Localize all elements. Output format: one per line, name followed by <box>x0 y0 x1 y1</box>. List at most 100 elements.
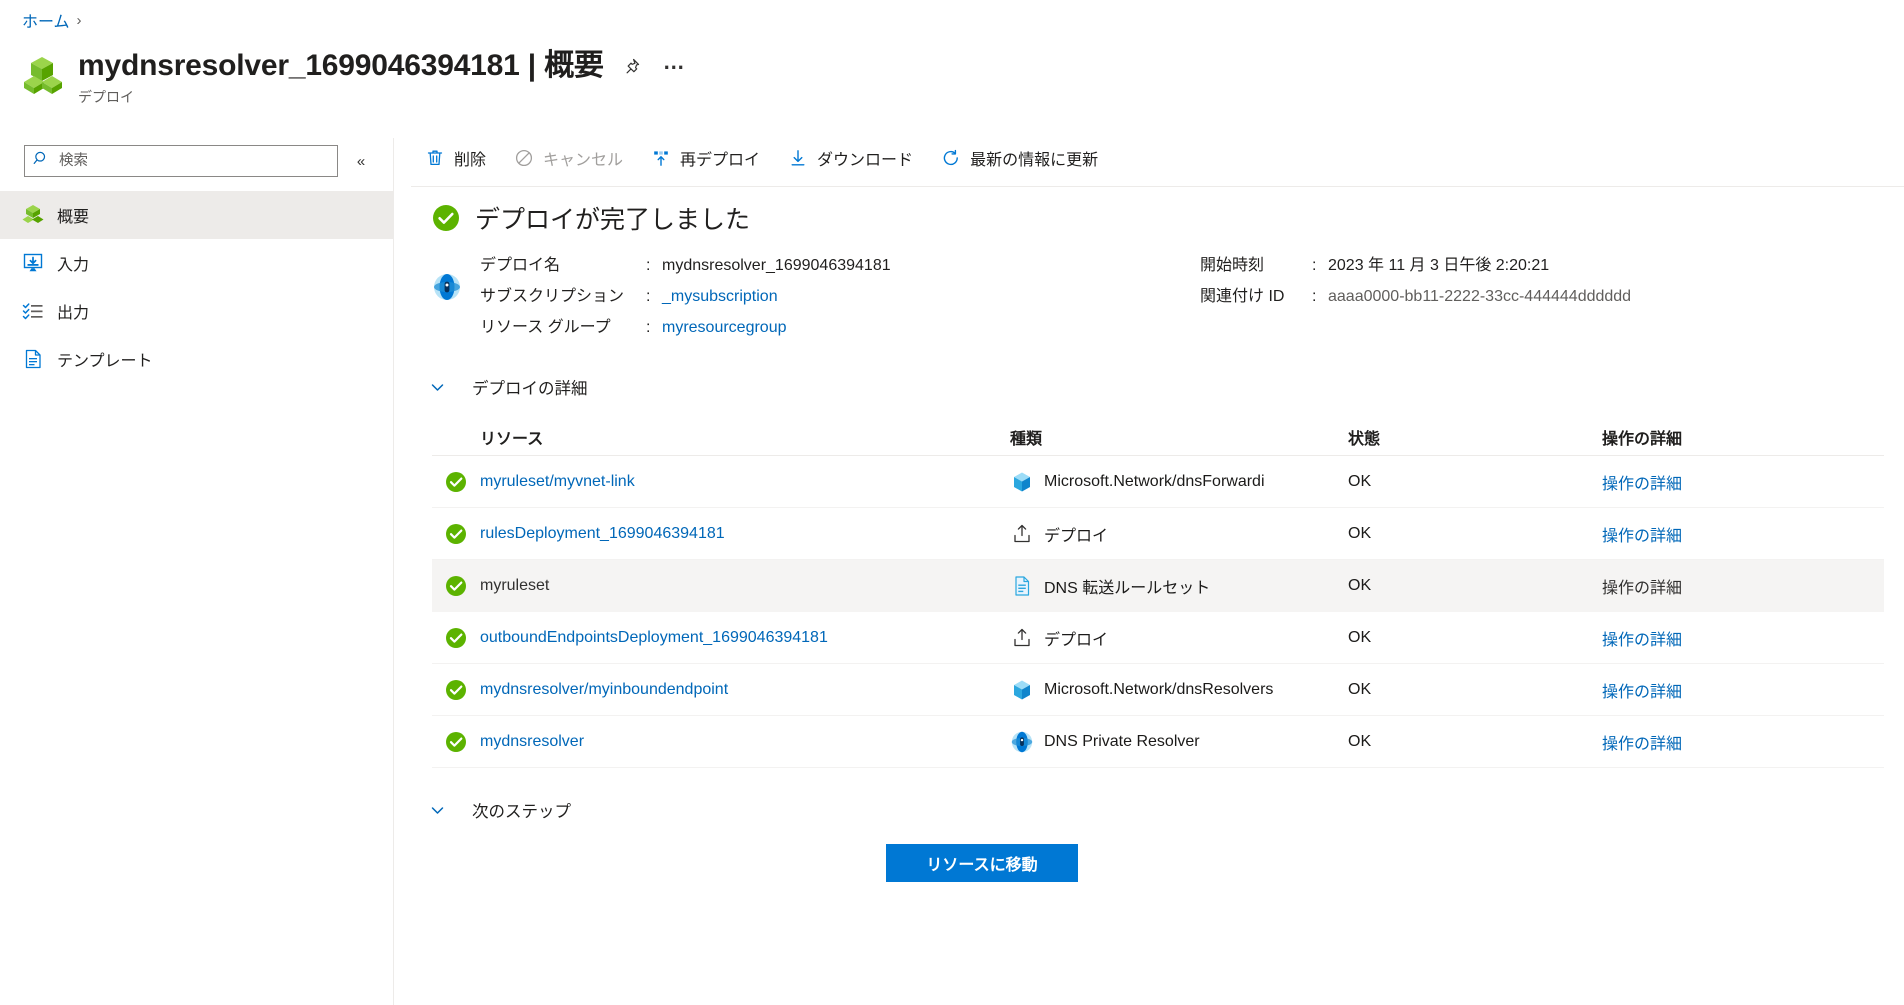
row-resource: mydnsresolver <box>480 733 1010 751</box>
info-key: 開始時刻 <box>1200 257 1265 274</box>
table-row[interactable]: mydnsresolver/myinboundendpoint Microsof… <box>432 664 1884 716</box>
next-steps-section-header[interactable]: 次のステップ <box>429 790 789 830</box>
row-state <box>432 523 480 545</box>
row-status: OK <box>1348 680 1372 698</box>
column-header-resource: リソース <box>480 431 544 448</box>
row-type-label: デプロイ <box>1044 527 1109 545</box>
resource-link[interactable]: mydnsresolver/myinboundendpoint <box>480 681 728 698</box>
column-header-operation: 操作の詳細 <box>1602 431 1683 448</box>
info-colon: : <box>1312 257 1317 274</box>
sidebar-item-overview[interactable]: 概要 <box>0 191 393 239</box>
row-type: DNS 転送ルールセット <box>1010 574 1348 598</box>
row-status: OK <box>1348 524 1372 542</box>
resource-link[interactable]: myruleset <box>480 577 549 594</box>
resource-link[interactable]: myruleset/myvnet-link <box>480 473 635 490</box>
pin-icon[interactable] <box>617 51 647 81</box>
success-check-icon <box>445 679 467 701</box>
row-type: デプロイ <box>1010 522 1348 546</box>
operation-details-link[interactable]: 操作の詳細 <box>1602 632 1682 649</box>
more-options-icon[interactable]: … <box>660 50 690 81</box>
row-type: DNS Private Resolver <box>1010 730 1348 754</box>
go-to-resource-button[interactable]: リソースに移動 <box>886 844 1078 882</box>
sidebar-search-row: « <box>0 138 393 184</box>
sidebar-item-outputs[interactable]: 出力 <box>0 287 393 335</box>
sidebar-item-label: 概要 <box>57 209 90 226</box>
info-value-subscription-link[interactable]: _mysubscription <box>662 281 778 312</box>
deployment-details-section-header[interactable]: デプロイの詳細 <box>429 367 789 407</box>
deployment-info-left: デプロイ名 : mydnsresolver_1699046394181 サブスク… <box>480 250 1200 343</box>
success-check-icon <box>445 471 467 493</box>
column-header-type: 種類 <box>1010 431 1043 448</box>
main-content: デプロイが完了しました デプロイ名 : mydnsresolver_169904… <box>411 196 1904 882</box>
sidebar-item-label: 入力 <box>57 257 90 274</box>
outputs-icon <box>22 300 44 322</box>
row-type-label: DNS 転送ルールセット <box>1044 579 1211 597</box>
row-operation: 操作の詳細 <box>1602 522 1884 546</box>
info-key: デプロイ名 <box>480 257 561 274</box>
info-value-resource-group-link[interactable]: myresourcegroup <box>662 312 787 343</box>
resource-link[interactable]: mydnsresolver <box>480 733 584 750</box>
operation-details-link[interactable]: 操作の詳細 <box>1602 684 1682 701</box>
redeploy-button[interactable]: 再デプロイ <box>637 141 774 175</box>
deployment-details-section-title: デプロイの詳細 <box>472 380 588 398</box>
info-key: リソース グループ <box>480 319 611 336</box>
sidebar-item-label: テンプレート <box>57 353 153 370</box>
operation-details-link[interactable]: 操作の詳細 <box>1602 476 1682 493</box>
info-value-start-time: 2023 年 11 月 3 日午後 2:20:21 <box>1328 257 1550 274</box>
sidebar-item-template[interactable]: テンプレート <box>0 335 393 383</box>
row-status: OK <box>1348 628 1372 646</box>
table-row[interactable]: outboundEndpointsDeployment_169904639418… <box>432 612 1884 664</box>
row-state <box>432 627 480 649</box>
sidebar-divider <box>393 138 394 1005</box>
dns-forwarding-ruleset-icon <box>1010 678 1034 702</box>
delete-button-label: 削除 <box>454 152 487 169</box>
sidebar-nav-list: 概要 入力 出力 テンプレート <box>0 191 393 383</box>
search-input[interactable] <box>57 152 329 170</box>
info-colon: : <box>646 288 651 305</box>
operation-details-link[interactable]: 操作の詳細 <box>1602 580 1682 597</box>
dns-resolver-icon <box>1010 730 1034 754</box>
breadcrumb-item-home[interactable]: ホーム <box>22 8 70 32</box>
table-row[interactable]: myruleset/myvnet-link Microsoft.Network/… <box>432 456 1884 508</box>
sidebar-item-inputs[interactable]: 入力 <box>0 239 393 287</box>
table-row[interactable]: rulesDeployment_1699046394181 デプロイ OK 操作… <box>432 508 1884 560</box>
info-value-correlation-id: aaaa0000-bb11-2222-33cc-444444dddddd <box>1328 288 1632 305</box>
cancel-icon <box>514 148 534 168</box>
table-row[interactable]: mydnsresolver DNS Private Resolver OK 操作… <box>432 716 1884 768</box>
row-state <box>432 679 480 701</box>
row-status: OK <box>1348 576 1372 594</box>
row-operation: 操作の詳細 <box>1602 730 1884 754</box>
collapse-sidebar-icon[interactable]: « <box>348 148 374 174</box>
row-state <box>432 471 480 493</box>
chevron-down-icon <box>429 802 446 819</box>
resource-link[interactable]: outboundEndpointsDeployment_169904639418… <box>480 629 828 646</box>
command-bar: 削除 キャンセル 再デプロイ ダウンロード 最新の情報に更新 <box>411 134 1112 182</box>
info-value-deployment-name: mydnsresolver_1699046394181 <box>662 257 891 274</box>
redeploy-icon <box>651 148 671 168</box>
row-type-label: デプロイ <box>1044 631 1109 649</box>
command-bar-divider <box>411 186 1904 187</box>
operation-details-link[interactable]: 操作の詳細 <box>1602 528 1682 545</box>
info-colon: : <box>646 257 651 274</box>
template-file-icon <box>22 348 44 370</box>
cancel-button[interactable]: キャンセル <box>500 141 637 175</box>
search-box[interactable] <box>24 145 338 177</box>
breadcrumb-separator-icon: › <box>76 11 82 29</box>
row-operation: 操作の詳細 <box>1602 470 1884 494</box>
info-row-start-time: 開始時刻 : 2023 年 11 月 3 日午後 2:20:21 <box>1200 250 1840 281</box>
delete-button[interactable]: 削除 <box>411 141 500 175</box>
info-colon: : <box>1312 288 1317 305</box>
column-header-status: 状態 <box>1348 431 1381 448</box>
download-button[interactable]: ダウンロード <box>774 141 927 175</box>
operation-details-link[interactable]: 操作の詳細 <box>1602 736 1682 753</box>
refresh-button[interactable]: 最新の情報に更新 <box>927 141 1112 175</box>
table-row[interactable]: myruleset DNS 転送ルールセット OK 操作の詳細 <box>432 560 1884 612</box>
success-check-icon <box>445 731 467 753</box>
resource-link[interactable]: rulesDeployment_1699046394181 <box>480 525 725 542</box>
overview-cubes-icon <box>22 204 44 226</box>
row-resource: mydnsresolver/myinboundendpoint <box>480 681 1010 699</box>
info-row-subscription: サブスクリプション : _mysubscription <box>480 281 1200 312</box>
next-steps-section-title: 次のステップ <box>472 803 571 821</box>
success-check-icon <box>432 204 460 232</box>
deployment-info-block: デプロイ名 : mydnsresolver_1699046394181 サブスク… <box>432 250 1904 343</box>
